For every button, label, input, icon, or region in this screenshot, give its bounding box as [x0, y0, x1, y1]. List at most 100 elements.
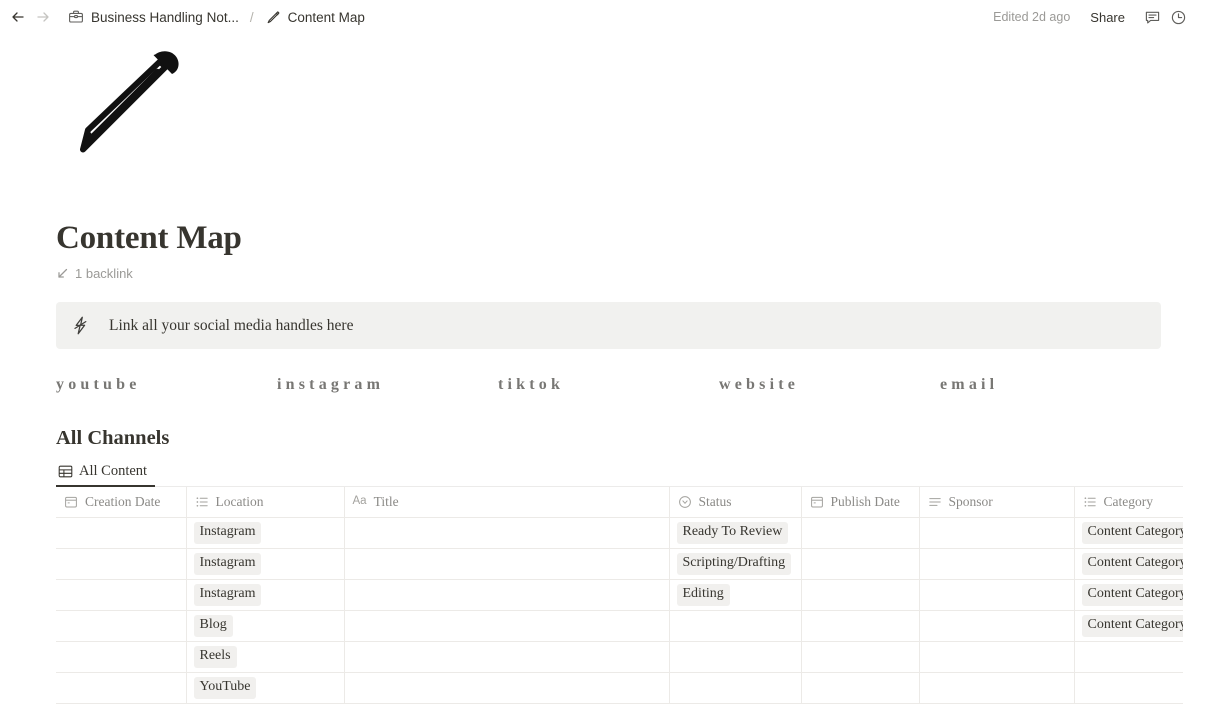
- column-header-creation-date[interactable]: Creation Date: [56, 487, 187, 518]
- callout-text: Link all your social media handles here: [109, 316, 354, 334]
- cell-category[interactable]: Content Category 1: [1074, 517, 1183, 549]
- cell-creation-date[interactable]: [56, 548, 187, 580]
- tag-location: Instagram: [193, 552, 262, 575]
- table-row[interactable]: Instagram Scripting/Drafting Content Categ…: [56, 548, 1183, 580]
- cell-creation-date[interactable]: [56, 579, 187, 611]
- text-lines-icon: [928, 495, 942, 509]
- table-row[interactable]: Blog Content Category 3: [56, 610, 1183, 642]
- cell-creation-date[interactable]: [56, 517, 187, 549]
- column-header-label: Location: [215, 494, 264, 510]
- database-tabs: All Content: [56, 461, 1183, 488]
- cell-title[interactable]: [344, 517, 670, 549]
- cell-category[interactable]: Content Category 4: [1074, 579, 1183, 611]
- cell-location[interactable]: Blog: [186, 610, 345, 642]
- cell-publish-date[interactable]: [801, 517, 920, 549]
- cell-publish-date[interactable]: [801, 548, 920, 580]
- cell-sponsor[interactable]: [919, 579, 1075, 611]
- cell-sponsor[interactable]: [919, 641, 1075, 673]
- cell-title[interactable]: [344, 579, 670, 611]
- cell-publish-date[interactable]: [801, 579, 920, 611]
- edited-timestamp: Edited 2d ago: [993, 10, 1071, 24]
- tag-status: Ready To Review: [676, 521, 789, 544]
- social-links-row: youtube instagram tiktok website email: [56, 376, 1161, 394]
- table-row[interactable]: YouTube: [56, 672, 1183, 704]
- calendar-icon: [810, 495, 824, 509]
- cell-sponsor[interactable]: [919, 517, 1075, 549]
- cell-title[interactable]: [344, 548, 670, 580]
- cell-sponsor[interactable]: [919, 672, 1075, 704]
- cell-publish-date[interactable]: [801, 610, 920, 642]
- cell-status[interactable]: [669, 641, 802, 673]
- cell-publish-date[interactable]: [801, 672, 920, 704]
- title-aa-icon: Aa: [352, 495, 367, 508]
- table-row[interactable]: Reels: [56, 641, 1183, 673]
- clock-icon[interactable]: [1165, 4, 1191, 30]
- cell-category[interactable]: [1074, 672, 1183, 704]
- tag-location: Reels: [193, 645, 237, 668]
- section-heading-all-channels: All Channels: [56, 427, 170, 450]
- cell-location[interactable]: Instagram: [186, 579, 345, 611]
- content-table: Creation Date Location Aa Title Status P…: [56, 487, 1183, 704]
- cell-category[interactable]: Content Category 3: [1074, 610, 1183, 642]
- cell-title[interactable]: [344, 672, 670, 704]
- social-link-instagram[interactable]: instagram: [277, 376, 498, 394]
- cell-publish-date[interactable]: [801, 641, 920, 673]
- cell-creation-date[interactable]: [56, 641, 187, 673]
- arrow-left-icon[interactable]: [10, 9, 26, 25]
- column-header-status[interactable]: Status: [669, 487, 802, 518]
- social-link-email[interactable]: email: [940, 376, 1161, 394]
- backlink[interactable]: 1 backlink: [56, 266, 133, 281]
- cell-category[interactable]: [1074, 641, 1183, 673]
- table-row[interactable]: Instagram Ready To Review Content Category…: [56, 517, 1183, 549]
- column-header-title[interactable]: Aa Title: [344, 487, 670, 518]
- cell-location[interactable]: Reels: [186, 641, 345, 673]
- column-header-sponsor[interactable]: Sponsor: [919, 487, 1075, 518]
- tag-status: Editing: [676, 583, 730, 606]
- column-header-label: Sponsor: [948, 494, 993, 510]
- breadcrumb-label: Content Map: [287, 9, 365, 25]
- callout-block[interactable]: Link all your social media handles here: [56, 302, 1161, 350]
- lightning-bolt-icon: [72, 316, 89, 335]
- column-header-label: Creation Date: [85, 494, 161, 510]
- cell-status[interactable]: Editing: [669, 579, 802, 611]
- comment-icon[interactable]: [1139, 4, 1165, 30]
- breadcrumb-item-business-handling[interactable]: Business Handling Not...: [64, 7, 243, 27]
- cell-status[interactable]: [669, 610, 802, 642]
- cell-sponsor[interactable]: [919, 548, 1075, 580]
- page-content: Content Map 1 backlink Link all your soc…: [0, 40, 1205, 704]
- table-icon: [58, 464, 73, 479]
- cell-creation-date[interactable]: [56, 672, 187, 704]
- social-link-youtube[interactable]: youtube: [56, 376, 277, 394]
- cell-location[interactable]: YouTube: [186, 672, 345, 704]
- topbar-actions: Edited 2d ago Share: [993, 0, 1191, 34]
- tag-status: Scripting/Drafting: [676, 552, 792, 575]
- cell-location[interactable]: Instagram: [186, 548, 345, 580]
- page-title: Content Map: [56, 220, 242, 256]
- cell-location[interactable]: Instagram: [186, 517, 345, 549]
- cell-title[interactable]: [344, 610, 670, 642]
- cell-sponsor[interactable]: [919, 610, 1075, 642]
- cell-creation-date[interactable]: [56, 610, 187, 642]
- cell-status[interactable]: Scripting/Drafting: [669, 548, 802, 580]
- arrow-right-icon[interactable]: [35, 9, 51, 25]
- column-header-label: Status: [698, 494, 732, 510]
- multi-select-icon: [195, 495, 209, 509]
- cell-title[interactable]: [344, 641, 670, 673]
- breadcrumb-item-content-map[interactable]: Content Map: [261, 7, 369, 27]
- column-header-publish-date[interactable]: Publish Date: [801, 487, 920, 518]
- column-header-label: Title: [373, 494, 399, 510]
- cell-category[interactable]: Content Category 3: [1074, 548, 1183, 580]
- multi-select-icon: [1083, 495, 1097, 509]
- table-row[interactable]: Instagram Editing Content Category 4: [56, 579, 1183, 611]
- cell-status[interactable]: Ready To Review: [669, 517, 802, 549]
- tab-all-content[interactable]: All Content: [56, 461, 156, 488]
- social-link-tiktok[interactable]: tiktok: [498, 376, 719, 394]
- column-header-category[interactable]: Category: [1074, 487, 1183, 518]
- column-header-location[interactable]: Location: [186, 487, 345, 518]
- share-button[interactable]: Share: [1084, 7, 1131, 28]
- topbar: Business Handling Not... / Content Map E…: [0, 0, 1205, 34]
- database-table-wrapper: Creation Date Location Aa Title Status P…: [56, 487, 1183, 704]
- pencil-emoji[interactable]: [56, 40, 186, 170]
- cell-status[interactable]: [669, 672, 802, 704]
- social-link-website[interactable]: website: [719, 376, 940, 394]
